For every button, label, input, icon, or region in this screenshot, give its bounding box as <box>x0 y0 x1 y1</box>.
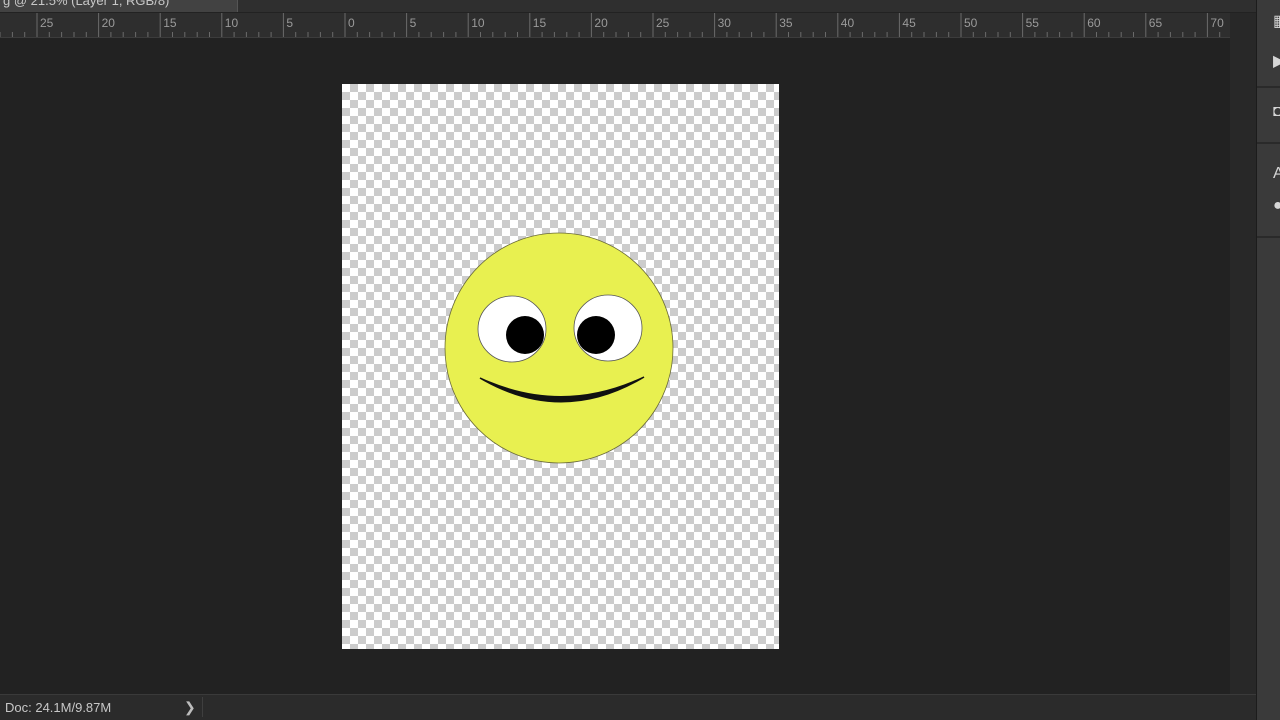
ruler-label: 25 <box>656 16 670 30</box>
libraries-icon[interactable]: ▦ <box>1273 14 1280 30</box>
ruler-label: 25 <box>40 16 54 30</box>
ruler-label: 45 <box>902 16 916 30</box>
ruler-label: 50 <box>964 16 978 30</box>
photoshop-window: g @ 21.5% (Layer 1, RGB/8) 25 20 15 10 5 0 5 10… <box>0 0 1280 720</box>
right-pupil <box>577 316 615 354</box>
horizontal-ruler[interactable]: 25 20 15 10 5 0 5 10 15 20 25 30 35 40 45 50 55 60 65 70 <box>0 13 1230 38</box>
ruler-label: 0 <box>348 16 355 30</box>
ruler-label: 15 <box>533 16 547 30</box>
ruler-label: 20 <box>102 16 116 30</box>
left-pupil <box>506 316 544 354</box>
play-icon[interactable]: ▶ <box>1273 54 1280 70</box>
document-canvas[interactable] <box>342 84 779 649</box>
3d-cube-icon[interactable]: ◘ <box>1273 104 1280 120</box>
panel-separator <box>1257 86 1280 88</box>
ruler-label: 30 <box>718 16 732 30</box>
character-icon[interactable]: A <box>1273 166 1280 182</box>
panel-separator <box>1257 236 1280 238</box>
panel-separator <box>1257 142 1280 144</box>
ruler-label: 65 <box>1149 16 1163 30</box>
ruler-label: 55 <box>1026 16 1040 30</box>
ruler-label: 40 <box>841 16 855 30</box>
right-panel-dock: ▦ ▶ ◘ A ● <box>1256 0 1280 720</box>
status-menu-arrow-icon[interactable]: ❯ <box>184 699 196 716</box>
ruler-label: 70 <box>1210 16 1224 30</box>
ruler-label: 15 <box>163 16 177 30</box>
ruler-label: 5 <box>410 16 417 30</box>
status-bar: Doc: 24.1M/9.87M ❯ <box>0 694 1256 720</box>
ruler-label: 10 <box>225 16 239 30</box>
ruler-label: 10 <box>471 16 485 30</box>
document-size-info[interactable]: Doc: 24.1M/9.87M <box>5 700 111 715</box>
smiley-face-artwork <box>444 232 674 464</box>
ruler-ticks: 25 20 15 10 5 0 5 10 15 20 25 30 35 40 45 50 55 60 65 70 <box>0 13 1224 37</box>
panel-gutter <box>1230 13 1256 694</box>
ruler-label: 35 <box>779 16 793 30</box>
ruler-label: 5 <box>286 16 293 30</box>
document-tab[interactable]: g @ 21.5% (Layer 1, RGB/8) <box>0 0 238 12</box>
status-divider <box>202 697 203 717</box>
ruler-label: 60 <box>1087 16 1101 30</box>
tab-strip <box>238 0 1256 12</box>
bullet-icon[interactable]: ● <box>1273 198 1280 214</box>
document-tab-title: g @ 21.5% (Layer 1, RGB/8) <box>3 0 170 8</box>
face-circle <box>444 232 674 464</box>
ruler-label: 20 <box>594 16 608 30</box>
